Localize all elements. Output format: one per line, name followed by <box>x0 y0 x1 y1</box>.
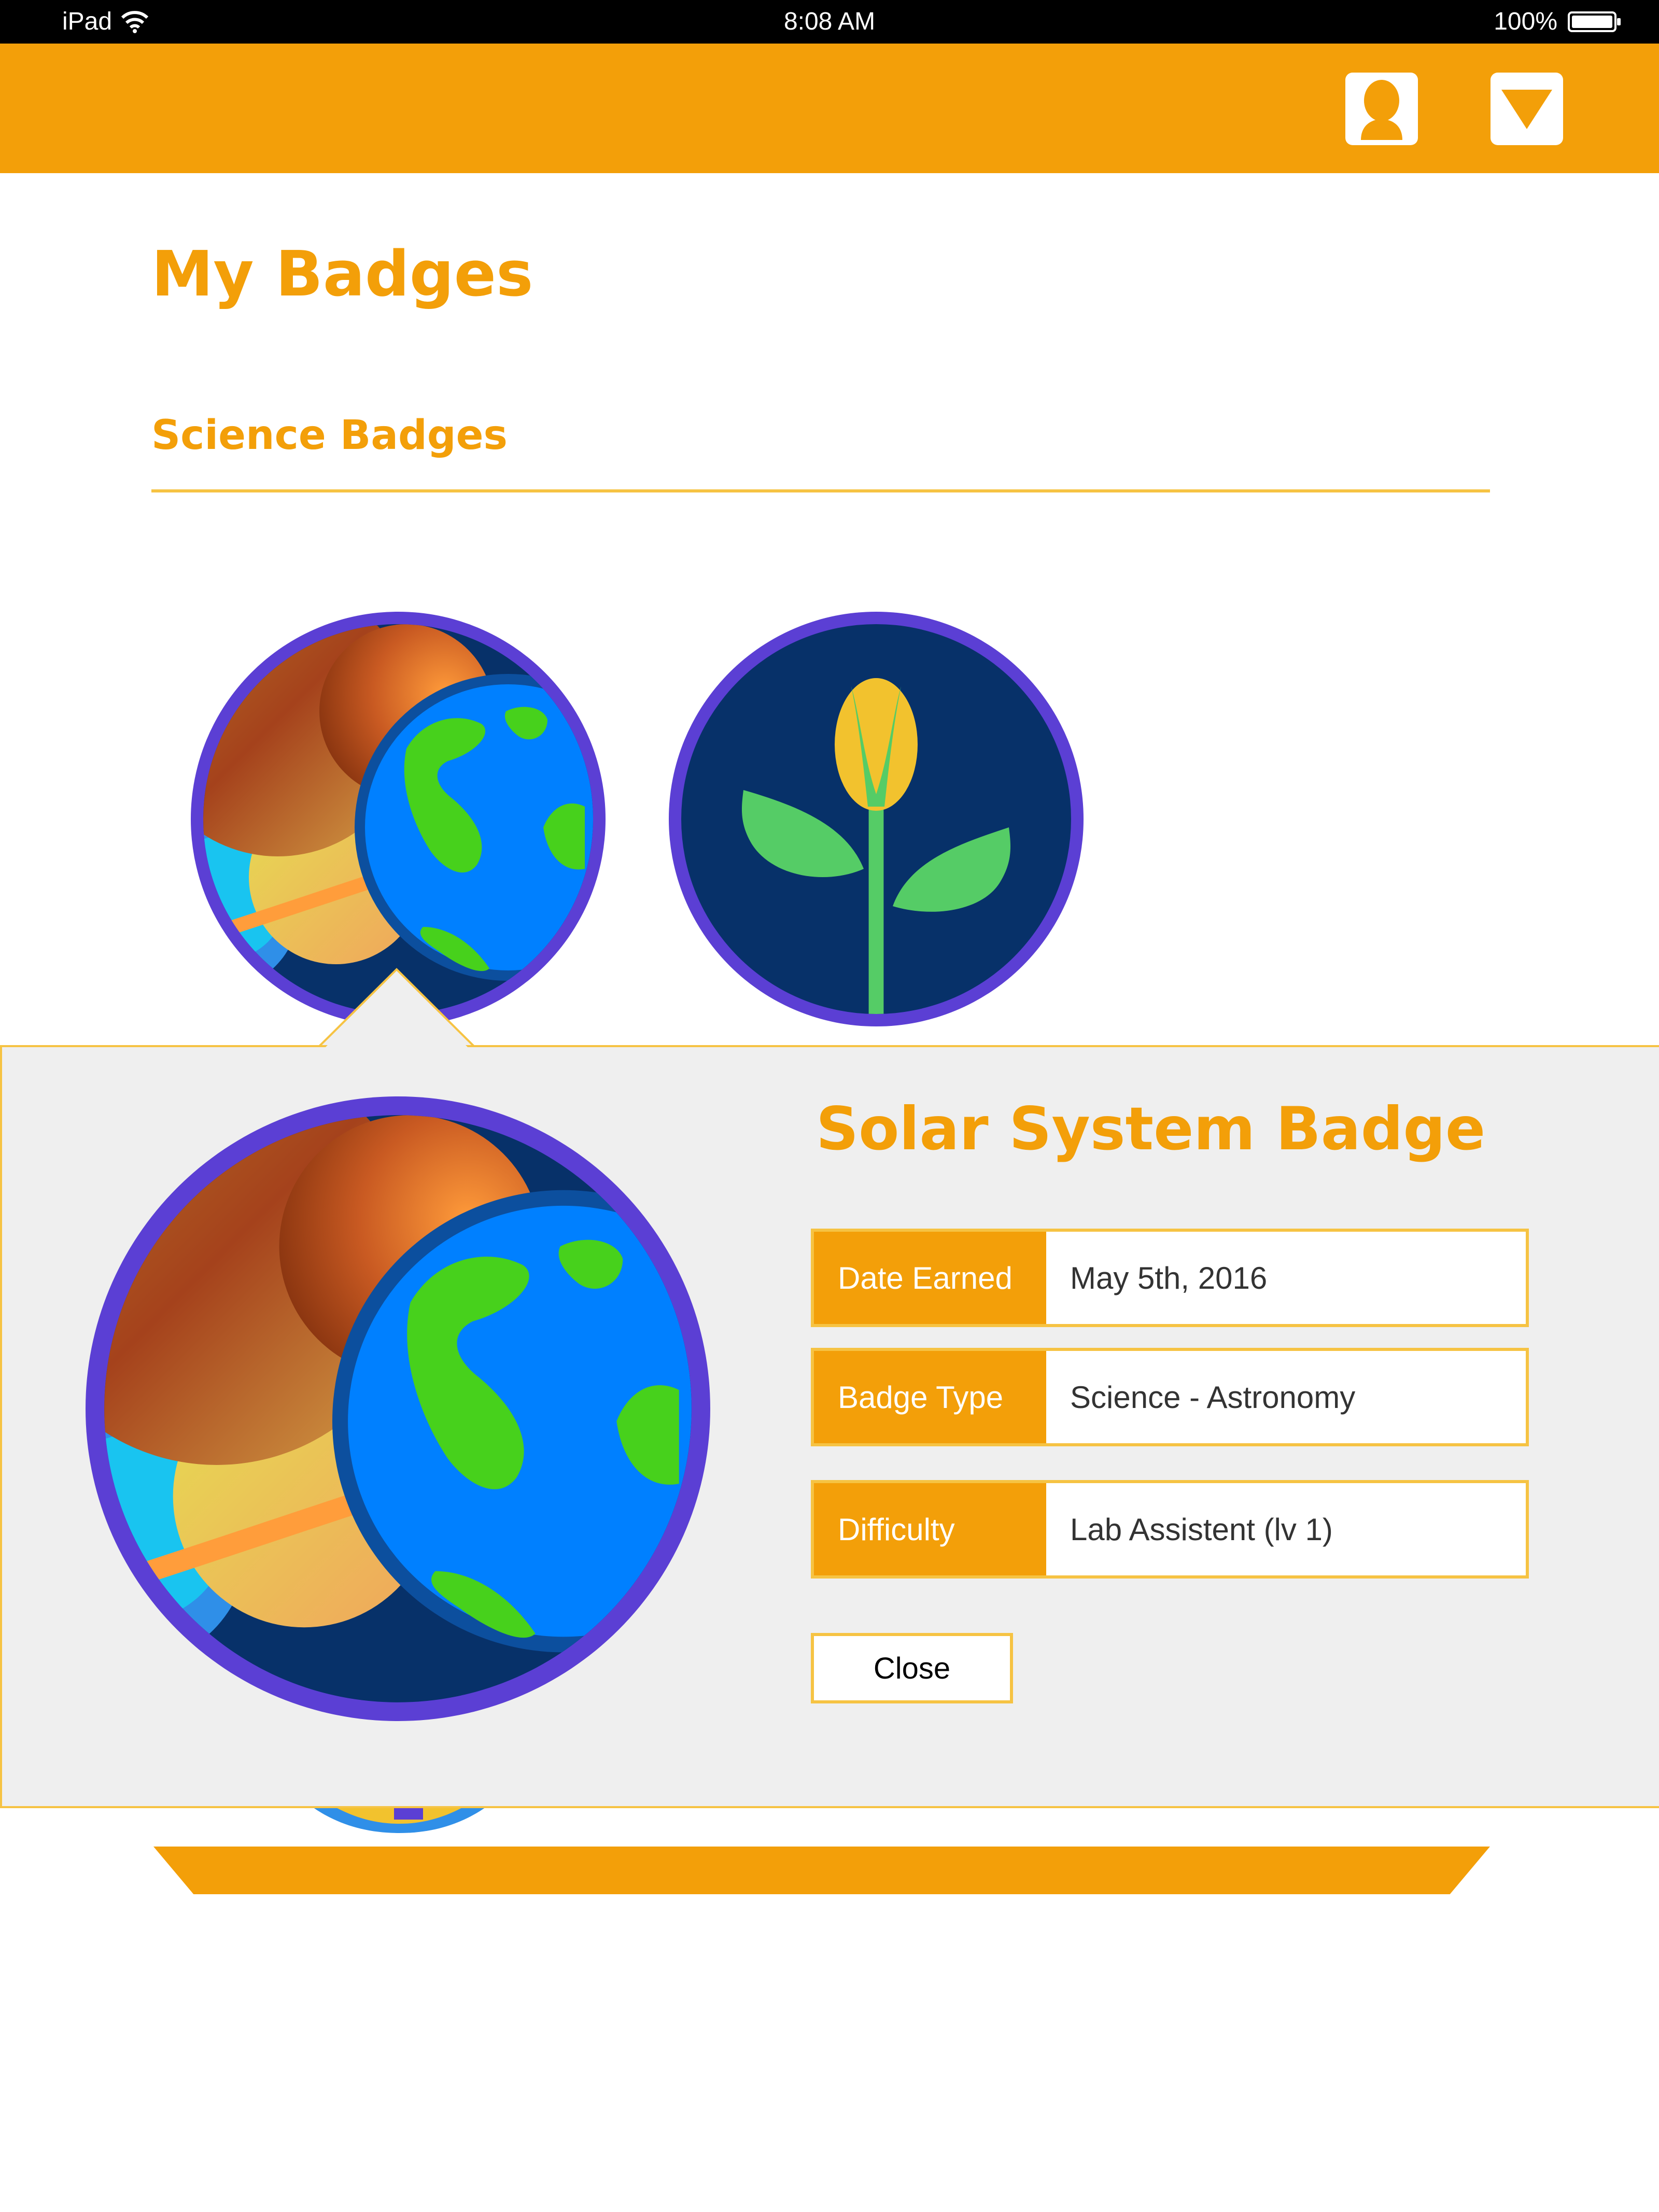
info-value: May 5th, 2016 <box>1070 1260 1268 1295</box>
info-label: Difficulty <box>814 1483 1046 1575</box>
info-value: Science - Astronomy <box>1070 1379 1356 1415</box>
plant-badge-icon <box>669 612 1084 1026</box>
solar-system-badge-icon <box>191 612 606 1026</box>
status-right: 100% <box>1494 7 1622 36</box>
popup-pointer-cover <box>322 976 471 1050</box>
section-title: Science Badges <box>151 412 508 459</box>
status-bar: iPad 8:08 AM 100% <box>0 0 1659 44</box>
info-row-badge-type: Badge Type Science - Astronomy <box>811 1348 1529 1446</box>
close-button[interactable]: Close <box>811 1633 1013 1703</box>
info-value: Lab Assistent (lv 1) <box>1070 1512 1333 1547</box>
person-icon <box>1361 80 1402 140</box>
battery-icon <box>1568 11 1621 32</box>
battery-percent: 100% <box>1494 8 1557 35</box>
app-header <box>0 44 1659 173</box>
info-row-date-earned: Date Earned May 5th, 2016 <box>811 1229 1529 1327</box>
info-label: Date Earned <box>814 1232 1046 1324</box>
shelf-band <box>153 1847 1490 1894</box>
badge-name-heading: Solar System Badge <box>816 1094 1486 1163</box>
plant-biology-badge[interactable] <box>669 612 1084 1026</box>
section-divider <box>151 489 1490 492</box>
page-title: My Badges <box>151 238 533 311</box>
solar-system-badge-icon <box>86 1096 710 1721</box>
info-label: Badge Type <box>814 1351 1046 1443</box>
badge-large-image <box>86 1096 710 1721</box>
status-time: 8:08 AM <box>783 8 876 35</box>
info-row-difficulty: Difficulty Lab Assistent (lv 1) <box>811 1480 1529 1579</box>
solar-system-badge[interactable] <box>191 612 606 1026</box>
profile-button[interactable] <box>1345 73 1418 145</box>
triangle-down-icon <box>1501 90 1552 129</box>
dropdown-menu-button[interactable] <box>1491 73 1563 145</box>
